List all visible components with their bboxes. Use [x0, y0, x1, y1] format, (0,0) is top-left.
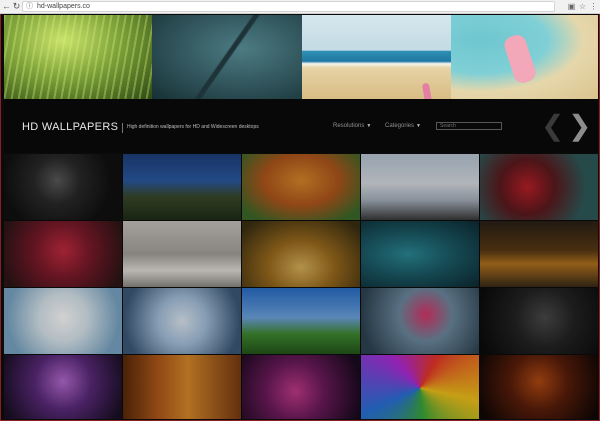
wallpaper-tile[interactable]: [123, 355, 241, 419]
caret-down-icon: ▼: [366, 123, 372, 129]
wallpaper-tile[interactable]: [4, 355, 122, 419]
wallpaper-tile[interactable]: [480, 355, 598, 419]
wallpaper-tile[interactable]: [480, 154, 598, 220]
caret-down-icon: ▼: [416, 123, 421, 129]
site-header: HD WALLPAPERS High definition wallpapers…: [4, 99, 598, 153]
url-text: hd-wallpapers.co: [37, 3, 90, 10]
wallpaper-tile[interactable]: [361, 154, 479, 220]
wallpaper-tile[interactable]: [480, 288, 598, 354]
wallpaper-tile[interactable]: [123, 154, 241, 220]
address-bar[interactable]: ⓘ hd-wallpapers.co: [22, 1, 555, 12]
reload-icon[interactable]: ↻: [11, 1, 22, 12]
menu-label: Resolutions: [333, 123, 365, 129]
star-icon[interactable]: ☆: [577, 1, 588, 12]
chevron-left-icon[interactable]: ❮: [541, 112, 564, 140]
wallpaper-tile[interactable]: [242, 355, 360, 419]
menu-categories[interactable]: Categories ▼: [385, 123, 421, 129]
menu-label: Categories: [385, 123, 415, 129]
translate-icon[interactable]: ▣: [566, 1, 577, 12]
wallpaper-tile[interactable]: [4, 154, 122, 220]
hero-image-grass[interactable]: [4, 15, 152, 99]
wallpaper-tile[interactable]: [361, 288, 479, 354]
wallpaper-tile[interactable]: [4, 288, 122, 354]
wallpaper-tile[interactable]: [361, 355, 479, 419]
search-input[interactable]: [436, 122, 502, 130]
wallpaper-grid: [4, 154, 598, 419]
wallpaper-tile[interactable]: [480, 221, 598, 287]
hero-image-dew[interactable]: [152, 15, 302, 99]
wallpaper-tile[interactable]: [123, 288, 241, 354]
wallpaper-tile[interactable]: [242, 288, 360, 354]
menu-resolutions[interactable]: Resolutions ▼: [333, 123, 371, 129]
site-tagline: High definition wallpapers for HD and Wi…: [127, 124, 259, 130]
dots-menu-icon[interactable]: ⋮: [588, 1, 599, 12]
wallpaper-tile[interactable]: [242, 154, 360, 220]
wallpaper-tile[interactable]: [123, 221, 241, 287]
wallpaper-tile[interactable]: [361, 221, 479, 287]
chevron-right-icon[interactable]: ❯: [568, 112, 591, 140]
site-logo[interactable]: HD WALLPAPERS: [22, 121, 118, 133]
browser-toolbar: ← ↻ ⓘ hd-wallpapers.co ▣ ☆ ⋮: [0, 0, 600, 14]
hero-strip: [4, 15, 598, 99]
wallpaper-tile[interactable]: [242, 221, 360, 287]
header-divider: [122, 123, 123, 133]
info-icon[interactable]: ⓘ: [26, 2, 33, 11]
wallpaper-tile[interactable]: [4, 221, 122, 287]
